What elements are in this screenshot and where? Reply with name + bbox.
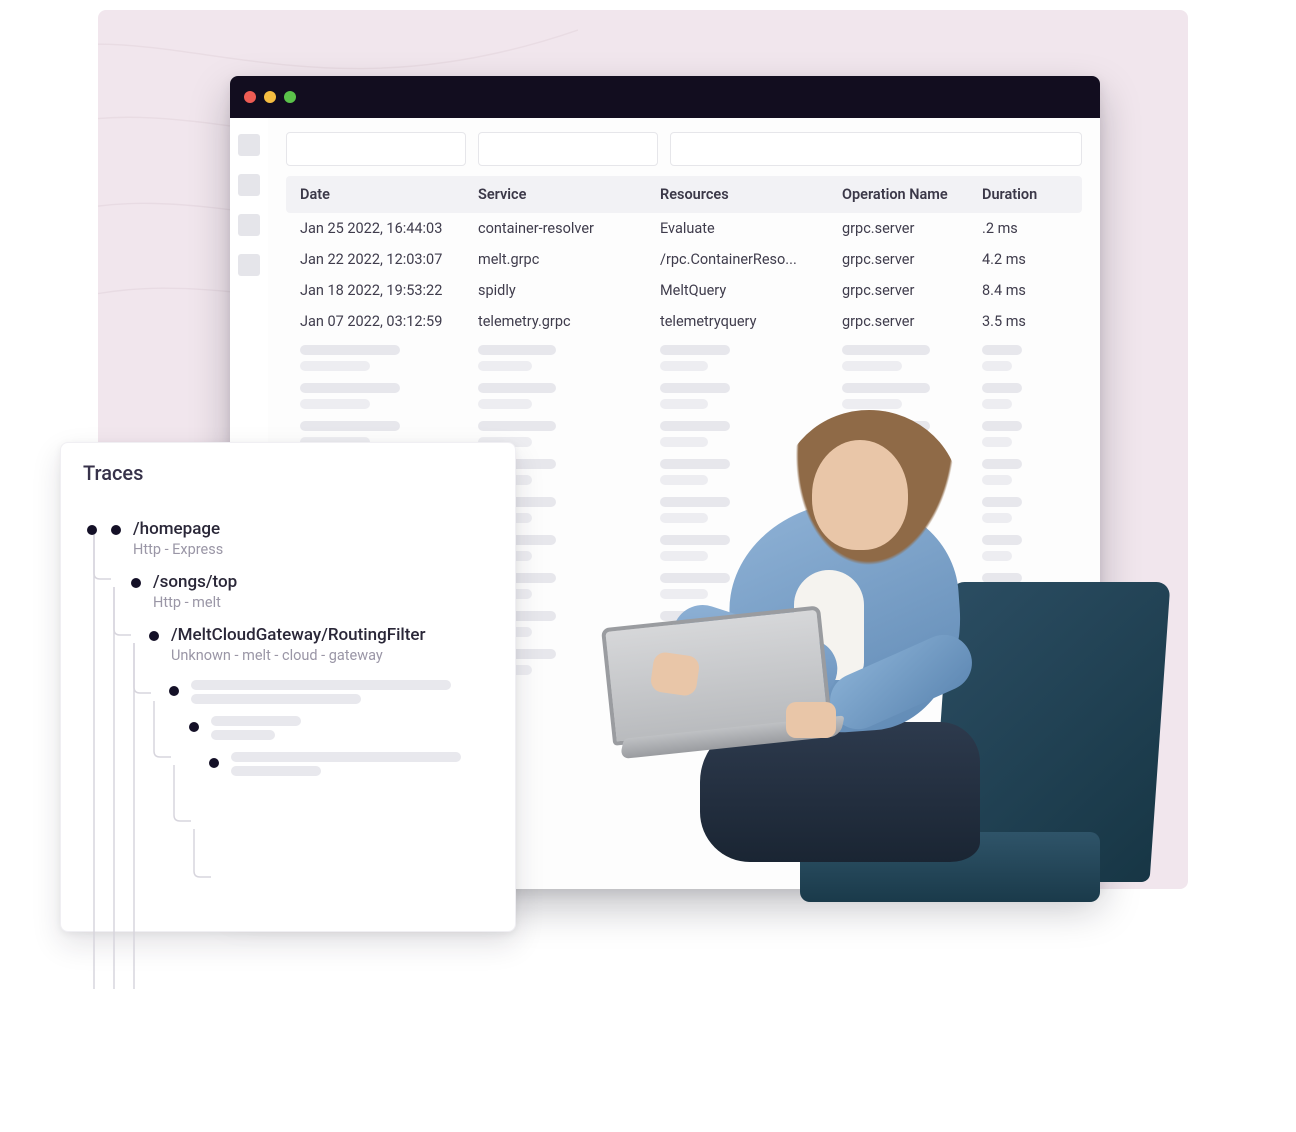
filter-input[interactable] (670, 132, 1082, 166)
rail-item[interactable] (238, 214, 260, 236)
skeleton-row (286, 339, 1082, 377)
cell-operation: grpc.server (842, 313, 982, 330)
cell-duration: 4.2 ms (982, 251, 1068, 268)
node-dot-icon (111, 525, 121, 535)
node-dot-icon (169, 686, 179, 696)
node-dot-icon (149, 631, 159, 641)
filter-input[interactable] (478, 132, 658, 166)
cell-duration: 3.5 ms (982, 313, 1068, 330)
trace-node-placeholder (209, 752, 495, 776)
cell-service: melt.grpc (478, 251, 660, 268)
trace-node-sub: Http - melt (153, 594, 495, 611)
trace-node-sub: Http - Express (133, 541, 495, 558)
table-row[interactable]: Jan 18 2022, 19:53:22 spidly MeltQuery g… (286, 275, 1082, 306)
cell-resources: Evaluate (660, 220, 842, 237)
col-header-resources[interactable]: Resources (660, 186, 842, 203)
window-maximize-icon[interactable] (284, 91, 296, 103)
window-titlebar (230, 76, 1100, 118)
rail-item[interactable] (238, 174, 260, 196)
filter-row (286, 132, 1082, 166)
col-header-operation[interactable]: Operation Name (842, 186, 982, 203)
cell-date: Jan 25 2022, 16:44:03 (300, 220, 478, 237)
node-dot-icon (189, 722, 199, 732)
node-dot-icon (209, 758, 219, 768)
node-dot-icon (87, 525, 97, 535)
filter-input[interactable] (286, 132, 466, 166)
table-row[interactable]: Jan 22 2022, 12:03:07 melt.grpc /rpc.Con… (286, 244, 1082, 275)
window-close-icon[interactable] (244, 91, 256, 103)
cell-resources: /rpc.ContainerReso... (660, 251, 842, 268)
trace-node[interactable]: /MeltCloudGateway/RoutingFilter Unknown … (149, 625, 495, 664)
trace-node-label: /songs/top (153, 572, 495, 592)
cell-date: Jan 07 2022, 03:12:59 (300, 313, 478, 330)
trace-node[interactable]: /songs/top Http - melt (131, 572, 495, 611)
cell-date: Jan 22 2022, 12:03:07 (300, 251, 478, 268)
skeleton-row (286, 377, 1082, 415)
rail-item[interactable] (238, 134, 260, 156)
trace-tree: /homepage Http - Express /songs/top Http… (83, 519, 495, 776)
table-row[interactable]: Jan 07 2022, 03:12:59 telemetry.grpc tel… (286, 306, 1082, 337)
cell-duration: 8.4 ms (982, 282, 1068, 299)
col-header-duration[interactable]: Duration (982, 186, 1068, 203)
trace-node-placeholder (169, 680, 495, 704)
cell-service: telemetry.grpc (478, 313, 660, 330)
cell-resources: telemetryquery (660, 313, 842, 330)
col-header-date[interactable]: Date (300, 186, 478, 203)
col-header-service[interactable]: Service (478, 186, 660, 203)
cell-service: container-resolver (478, 220, 660, 237)
traces-title: Traces (83, 461, 495, 485)
trace-node-label: /homepage (133, 519, 495, 539)
cell-date: Jan 18 2022, 19:53:22 (300, 282, 478, 299)
window-minimize-icon[interactable] (264, 91, 276, 103)
table-row[interactable]: Jan 25 2022, 16:44:03 container-resolver… (286, 213, 1082, 244)
cell-operation: grpc.server (842, 220, 982, 237)
trace-node-label: /MeltCloudGateway/RoutingFilter (171, 625, 495, 645)
table-header-row: Date Service Resources Operation Name Du… (286, 176, 1082, 213)
rail-item[interactable] (238, 254, 260, 276)
trace-node[interactable]: /homepage Http - Express (111, 519, 495, 558)
cell-service: spidly (478, 282, 660, 299)
trace-node-placeholder (189, 716, 495, 740)
node-dot-icon (131, 578, 141, 588)
cell-operation: grpc.server (842, 282, 982, 299)
traces-panel: Traces /homepage Http - Express (60, 442, 516, 932)
cell-duration: .2 ms (982, 220, 1068, 237)
cell-operation: grpc.server (842, 251, 982, 268)
cell-resources: MeltQuery (660, 282, 842, 299)
trace-node-sub: Unknown - melt - cloud - gateway (171, 647, 495, 664)
